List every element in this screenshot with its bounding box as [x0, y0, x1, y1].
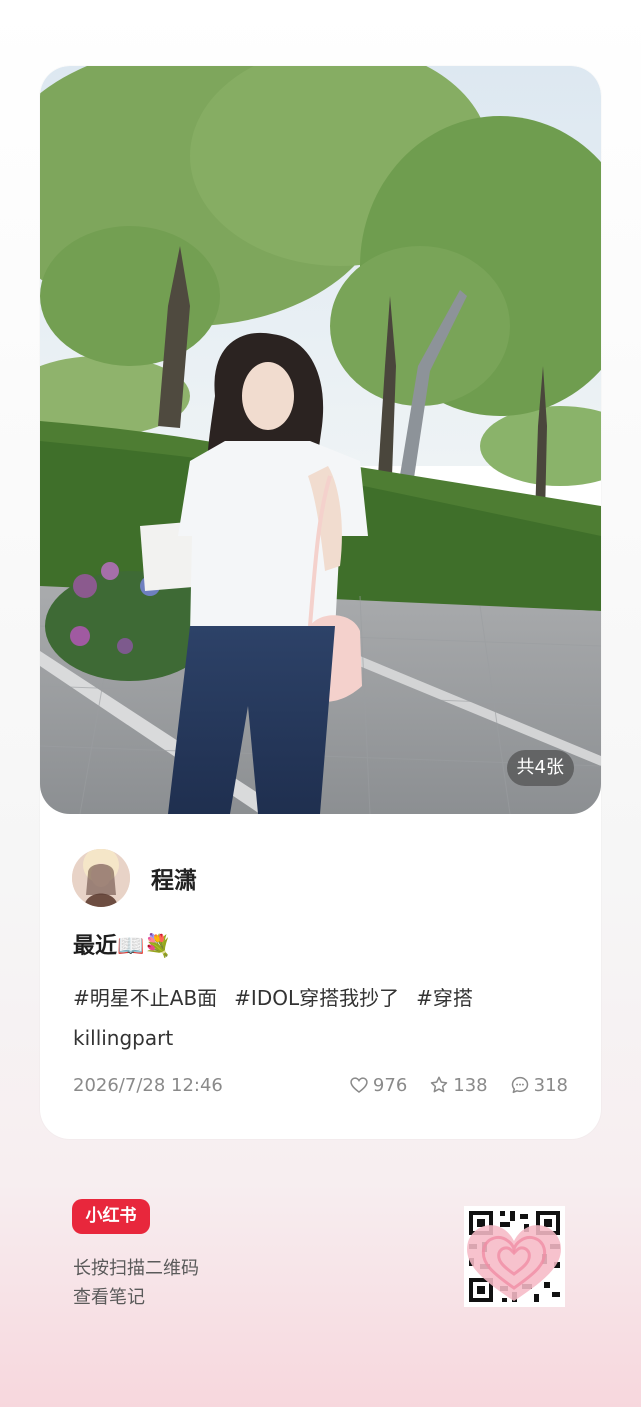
post-date: 2026/7/28 12:46: [73, 1074, 223, 1096]
favorite-stat[interactable]: 138: [429, 1074, 488, 1096]
note-photo[interactable]: 共4张: [40, 66, 601, 814]
author-name[interactable]: 程潇: [151, 861, 197, 895]
qr-code[interactable]: [464, 1206, 565, 1307]
star-icon: [431, 1076, 448, 1093]
note-tags: #明星不止AB面 #IDOL穿搭我抄了 #穿搭 killingpart: [73, 978, 573, 1058]
note-card[interactable]: 共4张 程潇 最近📖💐 #明星不止AB面 #IDOL穿搭我抄了 #穿搭 killin…: [40, 66, 601, 1139]
qr-code-graphic: [464, 1206, 565, 1307]
like-count: 976: [372, 1074, 408, 1096]
comment-icon: [511, 1076, 528, 1094]
meta-row: 2026/7/28 12:46 976 138 318: [73, 1070, 568, 1100]
comment-count: 318: [533, 1074, 568, 1096]
author-row[interactable]: 程潇: [72, 848, 197, 908]
footer-hint-line1: 长按扫描二维码: [73, 1258, 199, 1279]
footer-hint: 长按扫描二维码 查看笔记: [73, 1254, 199, 1312]
avatar-image: [72, 849, 130, 907]
comment-stat[interactable]: 318: [510, 1075, 568, 1096]
tag-continuation[interactable]: killingpart: [73, 1026, 173, 1050]
tag-link[interactable]: #明星不止AB面: [73, 986, 217, 1010]
like-stat[interactable]: 976: [349, 1075, 407, 1096]
xiaohongshu-logo: 小红书: [72, 1199, 150, 1234]
image-count-badge: 共4张: [506, 750, 574, 786]
footer-hint-line2: 查看笔记: [73, 1287, 145, 1308]
note-title: 最近📖💐: [73, 934, 172, 959]
tag-link[interactable]: #IDOL穿搭我抄了: [234, 986, 399, 1010]
heart-icon: [350, 1077, 368, 1094]
favorite-count: 138: [453, 1074, 488, 1096]
photo-illustration: [40, 66, 601, 814]
tag-link[interactable]: #穿搭: [416, 986, 473, 1010]
avatar[interactable]: [72, 849, 130, 907]
